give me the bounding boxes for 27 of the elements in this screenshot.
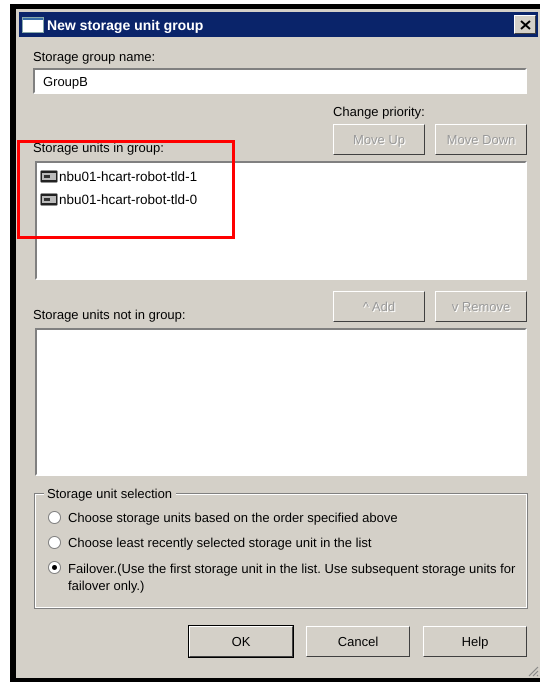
list-item[interactable]: nbu01-hcart-robot-tld-1 <box>40 165 522 188</box>
close-icon <box>520 20 530 30</box>
priority-label: Change priority: <box>333 104 426 119</box>
tape-drive-icon <box>40 170 58 183</box>
option-label: Choose least recently selected storage unit in the list <box>68 535 372 551</box>
window-icon <box>22 16 44 32</box>
tape-drive-icon <box>40 193 58 206</box>
field-label: Storage group name: <box>33 49 156 64</box>
close-button[interactable] <box>514 15 536 34</box>
name-field[interactable]: GroupB <box>33 68 527 94</box>
group-title: Storage unit selection <box>44 486 176 501</box>
radio-button[interactable] <box>48 511 61 524</box>
item-label: nbu01-hcart-robot-tld-0 <box>59 192 198 207</box>
dialog-button[interactable]: Cancel <box>306 626 410 657</box>
resize-grip-icon <box>527 665 539 677</box>
dialog-button[interactable]: OK <box>189 626 293 657</box>
list-label: Storage units in group: <box>33 140 164 155</box>
radio-button[interactable] <box>48 561 61 574</box>
radio-button[interactable] <box>48 536 61 549</box>
item-label: nbu01-hcart-robot-tld-1 <box>59 169 198 184</box>
option-label: Choose storage units based on the order specified above <box>68 510 398 526</box>
list-label: Storage units not in group: <box>33 307 186 322</box>
option-label: Failover.(Use the first storage unit in the list. Use subsequent storage units for failover only.) <box>68 560 516 594</box>
window-title: New storage unit group <box>47 16 204 32</box>
dialog-button[interactable]: Help <box>423 626 527 657</box>
list-item[interactable]: nbu01-hcart-robot-tld-0 <box>40 188 522 211</box>
list-box[interactable]: nbu01-hcart-robot-tld-1 nbu01-hcart-robot-tld-0 <box>35 161 527 280</box>
